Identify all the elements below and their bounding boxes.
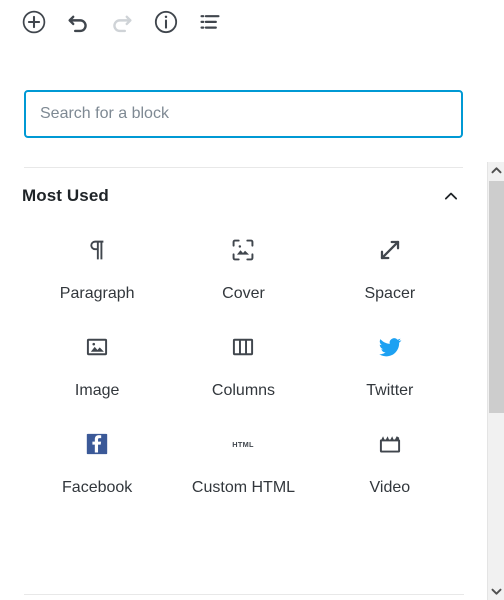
inserter-panel: Most Used Paragraph <box>0 58 487 600</box>
scrollbar-thumb[interactable] <box>489 181 504 413</box>
redo-button[interactable] <box>102 2 142 42</box>
editor-toolbar <box>0 0 504 58</box>
block-navigation-button[interactable] <box>190 2 230 42</box>
details-button[interactable] <box>146 2 186 42</box>
search-area <box>0 58 487 138</box>
block-label: Image <box>74 382 120 400</box>
block-label: Spacer <box>364 285 416 302</box>
list-view-icon <box>197 9 223 35</box>
redo-icon <box>109 9 135 35</box>
plus-circle-icon <box>21 9 47 35</box>
block-item-image[interactable]: Image <box>24 319 170 416</box>
block-label: Facebook <box>62 479 133 497</box>
svg-text:HTML: HTML <box>233 440 255 449</box>
section-header-most-used[interactable]: Most Used <box>0 168 487 216</box>
twitter-icon <box>376 333 404 361</box>
block-item-video[interactable]: Video <box>317 416 463 513</box>
block-label: Twitter <box>366 382 414 400</box>
facebook-icon <box>83 430 111 458</box>
columns-icon <box>229 333 257 361</box>
block-grid: Paragraph Cover Spacer Image Columns Twi… <box>0 216 487 514</box>
custom-html-icon: HTML <box>229 430 257 458</box>
block-label: Paragraph <box>59 285 135 302</box>
grid-bottom-divider <box>24 594 464 595</box>
cover-icon <box>229 236 257 264</box>
block-label: Video <box>369 479 411 497</box>
video-icon <box>376 430 404 458</box>
block-label: Columns <box>211 382 276 400</box>
block-item-twitter[interactable]: Twitter <box>317 319 463 416</box>
block-item-facebook[interactable]: Facebook <box>24 416 170 513</box>
chevron-up-icon[interactable] <box>439 184 463 208</box>
undo-button[interactable] <box>58 2 98 42</box>
block-item-paragraph[interactable]: Paragraph <box>24 222 170 319</box>
block-label: Cover <box>222 285 265 302</box>
spacer-icon <box>376 236 404 264</box>
scroll-up-icon[interactable] <box>488 162 504 179</box>
scroll-down-icon[interactable] <box>488 583 504 600</box>
section-title: Most Used <box>22 186 109 205</box>
add-block-button[interactable] <box>14 2 54 42</box>
block-item-spacer[interactable]: Spacer <box>317 222 463 319</box>
image-icon <box>83 333 111 361</box>
block-label: Custom HTML <box>191 479 296 497</box>
block-inserter-window: Most Used Paragraph <box>0 0 504 600</box>
undo-icon <box>65 9 91 35</box>
block-item-cover[interactable]: Cover <box>170 222 316 319</box>
search-input[interactable] <box>24 90 463 138</box>
info-circle-icon <box>153 9 179 35</box>
paragraph-icon <box>83 236 111 264</box>
block-item-columns[interactable]: Columns <box>170 319 316 416</box>
vertical-scrollbar[interactable] <box>487 162 504 600</box>
block-item-custom-html[interactable]: HTML Custom HTML <box>170 416 316 513</box>
